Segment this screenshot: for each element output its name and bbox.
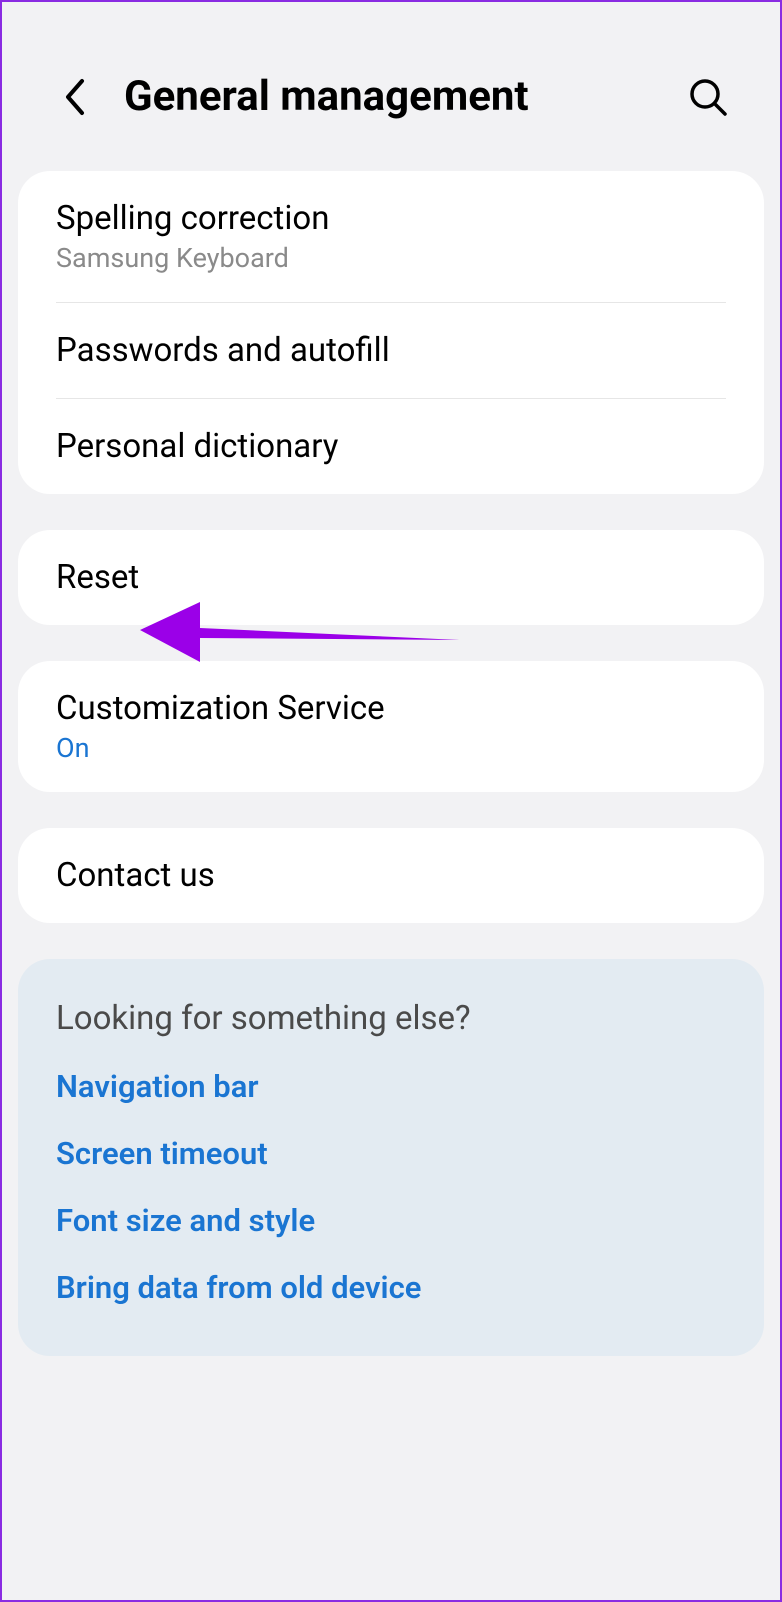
item-subtitle: Samsung Keyboard [56,242,726,274]
search-icon [688,77,728,117]
item-title: Reset [56,558,726,597]
customization-service-item[interactable]: Customization Service On [18,661,764,792]
page-title: General management [124,72,686,121]
contact-us-item[interactable]: Contact us [18,828,764,923]
search-button[interactable] [686,75,730,119]
passwords-autofill-item[interactable]: Passwords and autofill [18,303,764,398]
item-title: Contact us [56,856,726,895]
back-button[interactable] [54,77,94,117]
item-title: Personal dictionary [56,427,726,466]
settings-group-2: Reset [18,530,764,625]
bring-data-link[interactable]: Bring data from old device [56,1269,726,1306]
settings-group-3: Customization Service On [18,661,764,792]
personal-dictionary-item[interactable]: Personal dictionary [18,399,764,494]
item-subtitle: On [56,732,726,764]
item-title: Customization Service [56,689,726,728]
reset-item[interactable]: Reset [18,530,764,625]
suggestions-card: Looking for something else? Navigation b… [18,959,764,1356]
header: General management [2,2,780,171]
spelling-correction-item[interactable]: Spelling correction Samsung Keyboard [18,171,764,302]
navigation-bar-link[interactable]: Navigation bar [56,1068,726,1105]
settings-group-1: Spelling correction Samsung Keyboard Pas… [18,171,764,494]
item-title: Passwords and autofill [56,331,726,370]
suggestions-heading: Looking for something else? [56,999,726,1038]
font-size-style-link[interactable]: Font size and style [56,1202,726,1239]
chevron-left-icon [63,78,85,116]
item-title: Spelling correction [56,199,726,238]
settings-group-4: Contact us [18,828,764,923]
screen-timeout-link[interactable]: Screen timeout [56,1135,726,1172]
